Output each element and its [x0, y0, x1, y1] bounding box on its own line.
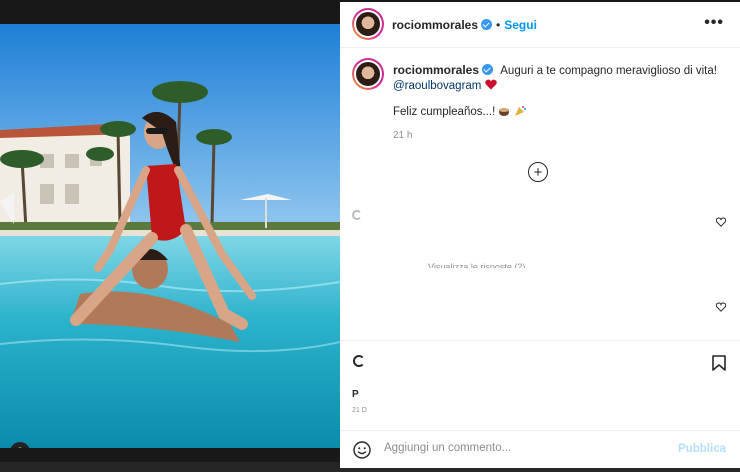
- red-heart-icon: [484, 79, 497, 92]
- post-actions: P 21 D: [340, 340, 740, 430]
- header-user-row: rociommorales • Segui: [392, 16, 537, 34]
- caption-second-line: Feliz cumpleaños...!: [393, 104, 526, 120]
- app-window: rociommorales • Segui ••• rociommorales Au…: [0, 0, 740, 472]
- emoji-icon[interactable]: [353, 441, 371, 459]
- caption-mention-line: @raoulbovagram: [393, 78, 497, 94]
- post-image[interactable]: [0, 24, 340, 448]
- follow-button[interactable]: Segui: [504, 18, 537, 32]
- post-detail-panel: rociommorales • Segui ••• rociommorales Au…: [340, 2, 740, 468]
- party-popper-icon: [514, 106, 526, 118]
- verified-badge-icon: [482, 64, 494, 75]
- caption-first-line: rociommorales Auguri a te compagno merav…: [393, 62, 717, 79]
- view-replies-link[interactable]: Visualizza le risposte (2): [428, 262, 525, 268]
- bookmark-icon[interactable]: [712, 355, 726, 376]
- post-time: 21 h: [393, 130, 413, 141]
- plus-circle-icon[interactable]: +: [528, 162, 548, 182]
- separator: •: [496, 18, 501, 32]
- post-header: rociommorales • Segui •••: [340, 2, 740, 48]
- avatar[interactable]: [352, 8, 384, 40]
- cake-emoji-icon: [498, 106, 510, 118]
- comment-input[interactable]: [384, 442, 664, 454]
- post-date: 21 D: [352, 407, 367, 414]
- heart-icon[interactable]: [715, 299, 727, 312]
- caption-username[interactable]: rociommorales: [393, 63, 479, 77]
- loading-spinner-icon: [352, 210, 362, 220]
- likes-count[interactable]: P: [352, 389, 359, 400]
- caption-mention[interactable]: @raoulbovagram: [393, 80, 481, 92]
- caption-second-text: Feliz cumpleaños...!: [393, 106, 496, 118]
- header-username[interactable]: rociommorales: [392, 18, 478, 32]
- more-icon[interactable]: •••: [704, 14, 724, 32]
- caption-avatar[interactable]: [352, 58, 384, 90]
- loading-spinner-icon: [353, 355, 365, 367]
- caption-text: Auguri a te compagno meraviglioso di vit…: [500, 65, 717, 77]
- comment-bar: Pubblica: [340, 430, 740, 468]
- verified-badge-icon: [481, 19, 493, 30]
- heart-icon[interactable]: [715, 214, 727, 227]
- publish-button[interactable]: Pubblica: [678, 443, 726, 455]
